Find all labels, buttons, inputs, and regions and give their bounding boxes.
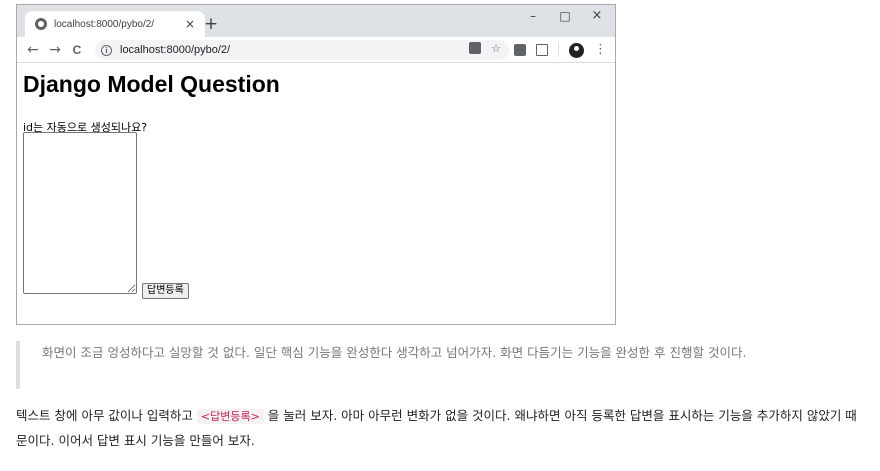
star-icon[interactable]: ☆ [491,42,501,55]
submit-answer-button[interactable]: 답변등록 [142,283,189,299]
new-tab-button[interactable]: + [201,14,221,34]
translate-icon[interactable] [469,42,482,54]
blockquote-text: 화면이 조금 엉성하다고 실망할 것 없다. 일단 핵심 기능을 완성한다 생각… [42,345,747,360]
reload-button[interactable]: C [67,40,87,60]
tab-close-icon[interactable]: × [183,17,197,31]
globe-icon [35,18,47,30]
media-icon[interactable] [536,44,548,56]
inline-code: <답변등록> [196,409,264,424]
address-url[interactable]: localhost:8000/pybo/2/ [120,44,230,56]
blockquote-bar [16,341,20,389]
browser-toolbar: ← → C i localhost:8000/pybo/2/ ☆ ⋮ [17,37,615,63]
toolbar-divider [558,43,559,57]
minimize-button[interactable]: – [517,5,549,29]
back-button[interactable]: ← [23,40,43,60]
extension-icon[interactable] [514,44,526,56]
maximize-button[interactable]: □ [549,5,581,29]
answer-textarea[interactable] [23,132,137,294]
page-title: Django Model Question [23,71,280,97]
address-bar[interactable]: i localhost:8000/pybo/2/ ☆ [95,40,509,60]
browser-titlebar: localhost:8000/pybo/2/ × + – □ × [17,5,615,37]
article-paragraph: 텍스트 창에 아무 값이나 입력하고 <답변등록> 을 눌러 보자. 아마 아무… [16,404,868,453]
info-icon[interactable]: i [101,44,112,56]
tab-title: localhost:8000/pybo/2/ [54,18,155,30]
article-page: localhost:8000/pybo/2/ × + – □ × ← → C i… [0,0,880,471]
paragraph-text-start: 텍스트 창에 아무 값이나 입력하고 [16,408,197,423]
browser-tab[interactable]: localhost:8000/pybo/2/ × [25,11,205,37]
browser-screenshot: localhost:8000/pybo/2/ × + – □ × ← → C i… [16,4,616,325]
avatar-icon[interactable] [569,42,584,58]
close-window-button[interactable]: × [581,5,613,29]
toolbar-actions: ⋮ [514,40,607,60]
forward-button[interactable]: → [45,40,65,60]
page-viewport: Django Model Question id는 자동으로 생성되나요? 답변… [17,64,615,324]
kebab-menu-icon[interactable]: ⋮ [594,43,607,56]
